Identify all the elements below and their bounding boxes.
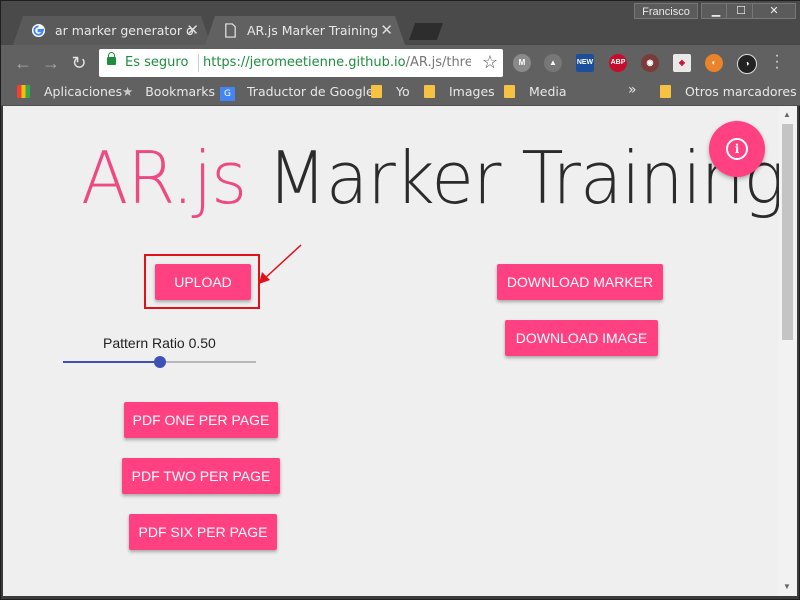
bookmark-other[interactable]: Otros marcadores — [660, 84, 797, 99]
shield-icon[interactable]: ◈ — [673, 54, 691, 72]
download-marker-button[interactable]: DOWNLOAD MARKER — [497, 264, 663, 300]
url-text[interactable]: https://jeromeetienne.github.io/AR.js/th… — [203, 55, 471, 70]
forward-button[interactable]: → — [41, 53, 61, 73]
url-scheme: https:// — [203, 55, 250, 70]
chrome-menu-icon[interactable]: · · · — [772, 48, 782, 76]
download-image-button[interactable]: DOWNLOAD IMAGE — [505, 320, 658, 356]
m-icon[interactable]: M — [513, 54, 531, 72]
google-icon — [31, 23, 46, 38]
drive-icon[interactable]: ▲ — [544, 54, 562, 72]
folder-icon — [371, 85, 382, 98]
bookmarks-overflow-button[interactable]: » — [628, 82, 637, 98]
page-title-rest: Marker Training — [246, 136, 779, 220]
new-tab-button[interactable] — [409, 23, 443, 40]
bookmarks-bar: Aplicaciones ★ Bookmarks G Traductor de Go… — [1, 81, 800, 106]
tab-title: AR.js Marker Training — [247, 23, 379, 38]
pdf-one-per-page-button[interactable]: PDF ONE PER PAGE — [124, 402, 278, 438]
pdf-six-per-page-button[interactable]: PDF SIX PER PAGE — [129, 514, 277, 550]
browser-window: ar marker generator onlin ✕ AR.js Marker… — [0, 0, 800, 600]
slider-fill — [63, 361, 160, 363]
annotation-arrow-icon — [259, 244, 302, 284]
pattern-ratio-label: Pattern Ratio 0.50 — [103, 335, 216, 351]
tab-title: ar marker generator onlin — [55, 23, 195, 38]
divider — [198, 54, 199, 72]
star-icon: ★ — [122, 84, 134, 99]
scroll-down-icon[interactable]: ▼ — [783, 582, 791, 591]
new-icon[interactable]: NEW — [576, 54, 594, 72]
tab-ar-marker-training[interactable]: AR.js Marker Training ✕ — [205, 16, 405, 45]
page-scrollbar[interactable]: ▲ ▼ — [779, 106, 797, 596]
eye-icon[interactable]: ◉ — [641, 54, 659, 72]
slider-thumb[interactable] — [153, 356, 166, 368]
avast-icon[interactable]: ◐ — [705, 54, 723, 72]
contrast-icon[interactable]: ◑ — [737, 54, 757, 74]
upload-highlight-box — [144, 254, 260, 309]
url-host: jeromeetienne.github.io — [249, 55, 406, 70]
bookmark-apps[interactable]: Aplicaciones — [17, 84, 122, 99]
adblock-icon[interactable]: ABP — [609, 54, 627, 72]
tab-close-icon[interactable]: ✕ — [380, 21, 393, 39]
security-label[interactable]: Es seguro — [125, 55, 188, 70]
folder-icon — [424, 85, 435, 98]
apps-icon — [17, 85, 30, 98]
translate-icon: G — [220, 87, 235, 101]
bookmark-yo[interactable]: Yo — [371, 84, 410, 99]
pdf-two-per-page-button[interactable]: PDF TWO PER PAGE — [122, 458, 280, 494]
bookmark-images[interactable]: Images — [424, 84, 495, 99]
info-button[interactable] — [709, 121, 765, 177]
bookmark-bookmarks[interactable]: ★ Bookmarks — [122, 84, 215, 99]
page-title-accent: AR.js — [81, 136, 247, 220]
folder-icon — [660, 85, 671, 98]
lock-icon[interactable] — [107, 52, 116, 65]
scroll-up-icon[interactable]: ▲ — [783, 110, 791, 119]
page-icon — [225, 23, 236, 38]
info-icon — [726, 138, 748, 160]
tab-close-icon[interactable]: ✕ — [186, 21, 199, 39]
bookmark-star-icon[interactable]: ☆ — [482, 52, 498, 73]
folder-icon — [504, 85, 515, 98]
profile-button[interactable]: Francisco — [634, 3, 698, 19]
scroll-thumb[interactable] — [782, 124, 793, 340]
toolbar: ← → ↻ Es seguro https://jeromeetienne.gi… — [1, 45, 800, 81]
page-content: AR.js Marker Training UPLOAD DOWNLOAD MA… — [3, 106, 779, 596]
reload-button[interactable]: ↻ — [69, 53, 89, 73]
bookmark-translate[interactable]: G Traductor de Google — [220, 84, 374, 101]
address-bar[interactable]: Es seguro https://jeromeetienne.github.i… — [99, 49, 503, 77]
pattern-ratio-slider[interactable] — [63, 356, 256, 368]
url-path: /AR.js/thre... — [405, 55, 471, 70]
bookmark-media[interactable]: Media — [504, 84, 567, 99]
tab-search[interactable]: ar marker generator onlin ✕ — [13, 16, 211, 45]
close-window-button[interactable]: ✕ — [752, 3, 796, 19]
page-title: AR.js Marker Training — [81, 136, 779, 220]
back-button[interactable]: ← — [13, 53, 33, 73]
tab-strip: ar marker generator onlin ✕ AR.js Marker… — [1, 1, 800, 45]
